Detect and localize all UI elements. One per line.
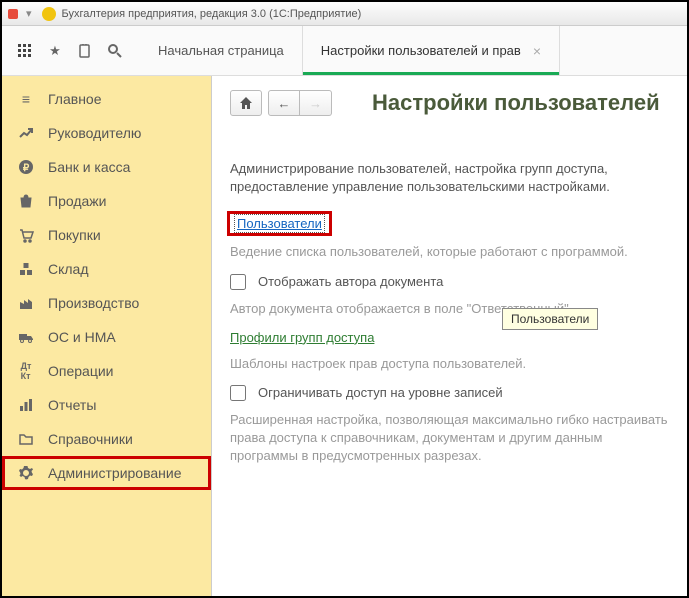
sidebar-item-production[interactable]: Производство: [2, 286, 211, 320]
sidebar-item-manager[interactable]: Руководителю: [2, 116, 211, 150]
tab-label: Настройки пользователей и прав: [321, 43, 521, 58]
checkbox-show-author[interactable]: [230, 274, 246, 290]
checkbox-label: Ограничивать доступ на уровне записей: [258, 385, 503, 400]
sidebar-item-administration[interactable]: Администрирование: [2, 456, 211, 490]
sidebar-item-main[interactable]: ≡ Главное: [2, 82, 211, 116]
profiles-link[interactable]: Профили групп доступа: [230, 330, 374, 345]
page-title: Настройки пользователей: [372, 90, 660, 116]
checkbox-label: Отображать автора документа: [258, 274, 443, 289]
sidebar-item-label: Администрирование: [48, 465, 182, 481]
close-icon[interactable]: ×: [533, 43, 541, 59]
sidebar-item-label: Руководителю: [48, 125, 141, 141]
sidebar-item-label: Операции: [48, 363, 114, 379]
truck-icon: [16, 329, 36, 345]
search-icon[interactable]: [100, 36, 130, 66]
forward-button[interactable]: →: [300, 90, 332, 116]
ruble-icon: ₽: [16, 159, 36, 175]
titlebar: ▾ Бухгалтерия предприятия, редакция 3.0 …: [2, 2, 687, 26]
users-link[interactable]: Пользователи: [234, 214, 325, 233]
page-description: Администрирование пользователей, настрой…: [230, 160, 669, 196]
sidebar-item-label: Главное: [48, 91, 102, 107]
sidebar-item-bank[interactable]: ₽ Банк и касса: [2, 150, 211, 184]
toolbar: ★ Начальная страница Настройки пользоват…: [2, 26, 687, 76]
debit-credit-icon: ДтКт: [16, 363, 36, 379]
users-description: Ведение списка пользователей, которые ра…: [230, 243, 669, 261]
bar-chart-icon: [16, 397, 36, 413]
sidebar-item-label: Продажи: [48, 193, 106, 209]
app-title: Бухгалтерия предприятия, редакция 3.0 (1…: [62, 8, 362, 20]
author-description: Автор документа отображается в поле "Отв…: [230, 300, 669, 318]
tabs-container: Начальная страница Настройки пользовател…: [140, 26, 560, 75]
sidebar-item-label: Производство: [48, 295, 139, 311]
tab-user-settings[interactable]: Настройки пользователей и прав ×: [303, 26, 560, 75]
sidebar-item-label: Покупки: [48, 227, 101, 243]
home-button[interactable]: [230, 90, 262, 116]
sidebar: ≡ Главное Руководителю ₽ Банк и касса Пр…: [2, 76, 212, 596]
boxes-icon: [16, 261, 36, 277]
svg-text:₽: ₽: [23, 163, 30, 174]
history-icon[interactable]: [70, 36, 100, 66]
sidebar-item-label: Отчеты: [48, 397, 96, 413]
chart-up-icon: [16, 125, 36, 141]
tooltip: Пользователи: [502, 308, 598, 330]
factory-icon: [16, 295, 36, 311]
sidebar-item-sales[interactable]: Продажи: [2, 184, 211, 218]
dropdown-arrow-icon[interactable]: ▾: [26, 7, 32, 20]
users-link-highlight: Пользователи: [230, 214, 329, 233]
menu-lines-icon: ≡: [16, 91, 36, 107]
tab-label: Начальная страница: [158, 43, 284, 58]
profiles-description: Шаблоны настроек прав доступа пользовате…: [230, 355, 669, 373]
sidebar-item-label: ОС и НМА: [48, 329, 116, 345]
sidebar-item-reports[interactable]: Отчеты: [2, 388, 211, 422]
sidebar-item-label: Справочники: [48, 431, 133, 447]
back-button[interactable]: ←: [268, 90, 300, 116]
window-menu-icon[interactable]: [8, 9, 18, 19]
checkbox-row-restrict: Ограничивать доступ на уровне записей: [230, 385, 669, 401]
sidebar-item-assets[interactable]: ОС и НМА: [2, 320, 211, 354]
sidebar-item-references[interactable]: Справочники: [2, 422, 211, 456]
sidebar-item-warehouse[interactable]: Склад: [2, 252, 211, 286]
sidebar-item-purchases[interactable]: Покупки: [2, 218, 211, 252]
app-1c-icon: [42, 7, 56, 21]
favorite-star-icon[interactable]: ★: [40, 36, 70, 66]
sidebar-item-operations[interactable]: ДтКт Операции: [2, 354, 211, 388]
bag-icon: [16, 193, 36, 209]
main-content: ← → Настройки пользователей Администриро…: [212, 76, 687, 596]
checkbox-restrict-access[interactable]: [230, 385, 246, 401]
checkbox-row-author: Отображать автора документа: [230, 274, 669, 290]
sidebar-item-label: Склад: [48, 261, 89, 277]
cart-icon: [16, 227, 36, 243]
folder-icon: [16, 431, 36, 447]
apps-grid-icon[interactable]: [10, 36, 40, 66]
tab-home[interactable]: Начальная страница: [140, 26, 303, 75]
sidebar-item-label: Банк и касса: [48, 159, 130, 175]
restrict-description: Расширенная настройка, позволяющая макси…: [230, 411, 669, 466]
gear-icon: [16, 465, 36, 481]
